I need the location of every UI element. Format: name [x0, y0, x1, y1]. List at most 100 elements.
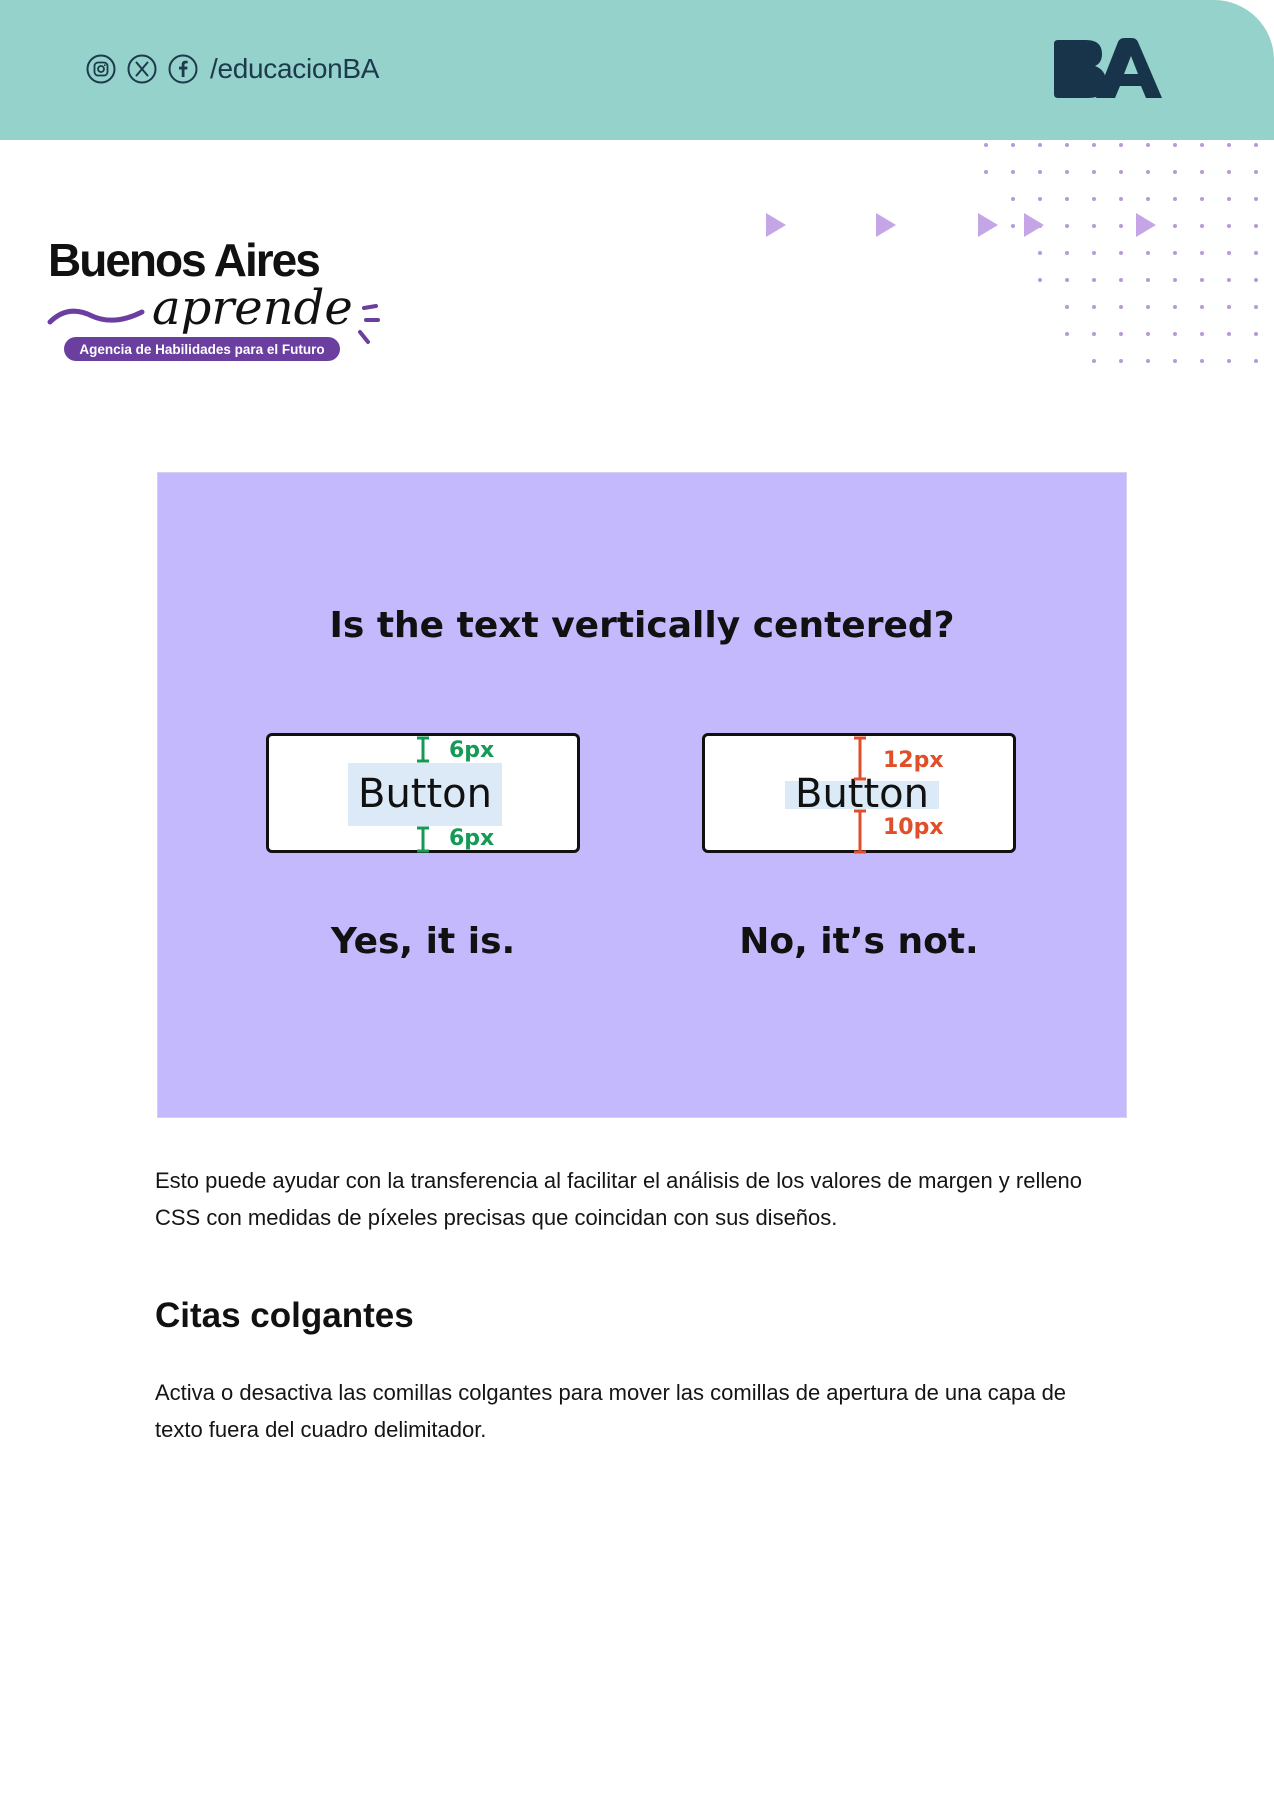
- decorative-dot: [1038, 170, 1042, 174]
- decorative-dot: [1065, 278, 1069, 282]
- social-handle[interactable]: /educacionBA: [210, 53, 379, 85]
- decorative-dot: [1119, 224, 1123, 228]
- decorative-dot: [1119, 278, 1123, 282]
- decorative-dot: [1119, 251, 1123, 255]
- social-links: /educacionBA: [86, 52, 379, 86]
- decorative-dot: [1254, 197, 1258, 201]
- decorative-dot: [1038, 224, 1042, 228]
- decorative-dot: [1119, 170, 1123, 174]
- decorative-dot: [1092, 278, 1096, 282]
- x-icon[interactable]: [127, 54, 157, 84]
- decorative-dot: [1200, 278, 1204, 282]
- instagram-icon[interactable]: [86, 54, 116, 84]
- decorative-triangle: [1024, 213, 1044, 237]
- decorative-dot: [1119, 359, 1123, 363]
- decorative-triangle: [876, 213, 896, 237]
- decorative-dot: [1254, 332, 1258, 336]
- decorative-dot: [1173, 197, 1177, 201]
- decorative-dot: [1200, 224, 1204, 228]
- decorative-dot: [1038, 251, 1042, 255]
- decorative-dot: [1092, 170, 1096, 174]
- buenos-aires-aprende-logo: Buenos Aires aprende Agencia de Habilida…: [47, 240, 380, 361]
- decorative-dot: [1146, 224, 1150, 228]
- decorative-dot: [1254, 143, 1258, 147]
- decorative-dot: [1173, 332, 1177, 336]
- decorative-dot: [1227, 305, 1231, 309]
- decorative-dot: [1173, 305, 1177, 309]
- paragraph-hanging-quotes: Activa o desactiva las comillas colgante…: [155, 1380, 1067, 1442]
- decorative-dot: [984, 170, 988, 174]
- decorative-dot: [1254, 251, 1258, 255]
- decorative-dot: [1227, 332, 1231, 336]
- decorative-dot: [1227, 251, 1231, 255]
- decorative-dot: [1227, 170, 1231, 174]
- decorative-dot: [1173, 278, 1177, 282]
- decorative-dot: [1092, 359, 1096, 363]
- decorative-dot: [1200, 332, 1204, 336]
- decorative-dot: [1011, 197, 1015, 201]
- decorative-dot: [1011, 224, 1015, 228]
- decorative-dot: [1065, 143, 1069, 147]
- decorative-dot: [1038, 278, 1042, 282]
- decorative-dot: [1173, 251, 1177, 255]
- decorative-dot: [1119, 143, 1123, 147]
- decorative-dot: [1146, 251, 1150, 255]
- decorative-dot: [1146, 332, 1150, 336]
- decorative-dot: [1173, 143, 1177, 147]
- decorative-dot: [1254, 359, 1258, 363]
- facebook-icon[interactable]: [168, 54, 198, 84]
- svg-text:aprende: aprende: [152, 280, 353, 336]
- decorative-dot: [1119, 305, 1123, 309]
- decorative-triangle: [1136, 213, 1156, 237]
- top-spacing-label: 6px: [449, 738, 495, 763]
- decorative-dot: [1092, 251, 1096, 255]
- decorative-dot: [1092, 197, 1096, 201]
- vertical-centering-figure: Is the text vertically centered? Button …: [157, 472, 1127, 1118]
- answer-yes: Yes, it is.: [330, 921, 516, 962]
- decorative-dot: [1065, 305, 1069, 309]
- decorative-dot: [1227, 143, 1231, 147]
- button-example-centered: Button 6px 6px: [266, 733, 580, 853]
- decorative-dot: [1200, 170, 1204, 174]
- decorative-dot: [1092, 143, 1096, 147]
- decorative-dot: [1146, 197, 1150, 201]
- spacing-marker-top: [417, 736, 429, 763]
- bottom-spacing-label: 10px: [883, 815, 944, 840]
- decorative-dot: [1227, 197, 1231, 201]
- decorative-dot: [1200, 143, 1204, 147]
- decorative-dot: [1254, 305, 1258, 309]
- decorative-dot: [1254, 170, 1258, 174]
- decorative-dot: [1092, 332, 1096, 336]
- decorative-dot: [1011, 170, 1015, 174]
- top-spacing-label: 12px: [883, 748, 944, 773]
- decorative-dot: [1146, 170, 1150, 174]
- decorative-dot: [1200, 197, 1204, 201]
- decorative-dot: [1146, 278, 1150, 282]
- decorative-dot: [1092, 224, 1096, 228]
- decorative-dot: [1038, 143, 1042, 147]
- decorative-dot: [1200, 359, 1204, 363]
- section-heading: Citas colgantes: [155, 1296, 414, 1335]
- spacing-marker-top: [854, 736, 866, 781]
- decorative-triangle: [978, 213, 998, 237]
- decorative-dot: [1065, 170, 1069, 174]
- ba-logo: BA: [1054, 38, 1162, 98]
- figure-title: Is the text vertically centered?: [329, 605, 955, 646]
- spacing-marker-bottom: [854, 809, 866, 854]
- decorative-dot: [1227, 278, 1231, 282]
- svg-text:Agencia de Habilidades para el: Agencia de Habilidades para el Futuro: [79, 342, 324, 357]
- decorative-dot: [1092, 305, 1096, 309]
- decorative-dot: [1065, 197, 1069, 201]
- decorative-dot: [1119, 197, 1123, 201]
- decorative-dot: [1227, 359, 1231, 363]
- decorative-dot: [1254, 224, 1258, 228]
- button-label: Button: [358, 771, 492, 817]
- decorative-dot: [1011, 143, 1015, 147]
- spacing-marker-bottom: [417, 826, 429, 853]
- decorative-dot: [1146, 359, 1150, 363]
- decorative-triangle: [766, 213, 786, 237]
- decorative-dot: [1200, 305, 1204, 309]
- paragraph-transfer: Esto puede ayudar con la transferencia a…: [155, 1168, 1082, 1230]
- decorative-dot: [1146, 305, 1150, 309]
- decorative-dot: [1254, 278, 1258, 282]
